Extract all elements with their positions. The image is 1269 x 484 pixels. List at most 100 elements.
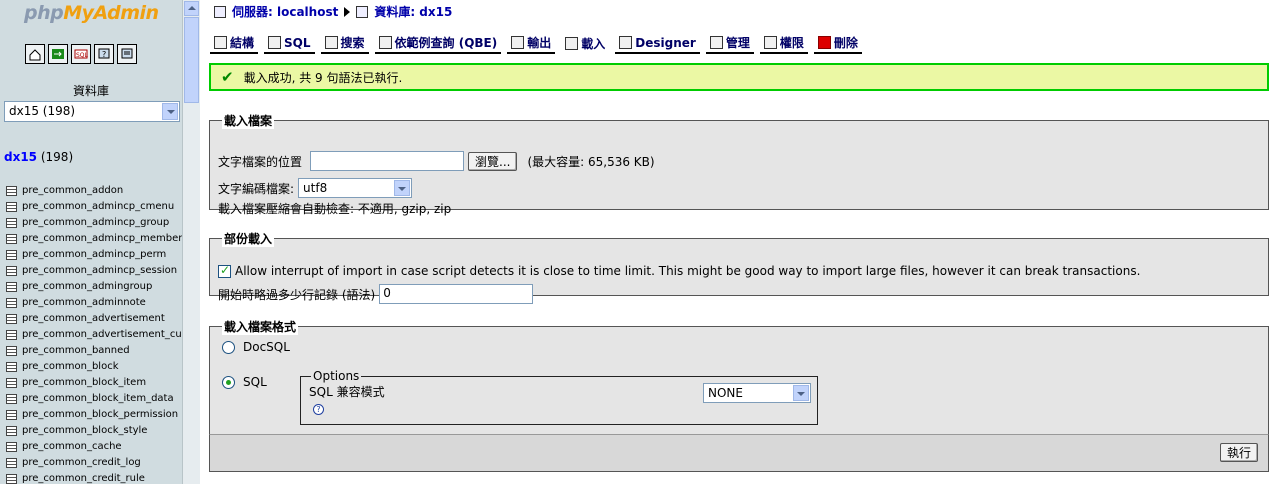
- scrollbar[interactable]: [182, 0, 200, 484]
- table-icon[interactable]: [6, 458, 17, 468]
- database-select[interactable]: dx15 (198): [4, 101, 180, 122]
- chevron-down-icon[interactable]: [793, 385, 809, 401]
- table-name[interactable]: pre_common_adminnote: [22, 295, 146, 311]
- table-icon[interactable]: [6, 266, 17, 276]
- table-icon[interactable]: [6, 410, 17, 420]
- go-button[interactable]: 執行: [1219, 443, 1258, 462]
- table-name[interactable]: pre_common_admincp_member: [22, 231, 182, 247]
- tab-privileges[interactable]: 權限: [759, 33, 808, 54]
- table-name[interactable]: pre_common_banned: [22, 343, 130, 359]
- table-list-item[interactable]: pre_common_addon: [6, 183, 191, 199]
- table-icon[interactable]: [6, 346, 17, 356]
- sql-icon[interactable]: SQL: [71, 44, 91, 64]
- scroll-thumb[interactable]: [184, 17, 199, 103]
- table-list-item[interactable]: pre_common_admincp_member: [6, 231, 191, 247]
- charset-row: 文字編碼檔案: utf8: [218, 178, 413, 198]
- table-icon[interactable]: [6, 250, 17, 260]
- table-icon[interactable]: [6, 234, 17, 244]
- table-list-item[interactable]: pre_common_admincp_session: [6, 263, 191, 279]
- export-icon[interactable]: [48, 44, 68, 64]
- table-name[interactable]: pre_common_admingroup: [22, 279, 152, 295]
- table-name[interactable]: pre_common_block: [22, 359, 118, 375]
- table-name[interactable]: pre_common_admincp_cmenu: [22, 199, 174, 215]
- table-list-item[interactable]: pre_common_block_permission: [6, 407, 191, 423]
- database-link[interactable]: dx15: [4, 150, 37, 164]
- table-icon[interactable]: [6, 442, 17, 452]
- table-name[interactable]: pre_common_advertisement: [22, 311, 165, 327]
- charset-select[interactable]: utf8: [298, 178, 413, 198]
- table-list-item[interactable]: pre_common_credit_log: [6, 455, 191, 471]
- table-icon[interactable]: [6, 202, 17, 212]
- table-icon[interactable]: [6, 474, 17, 484]
- table-list-item[interactable]: pre_common_block_item_data: [6, 391, 191, 407]
- tab-sql[interactable]: SQL: [264, 33, 315, 54]
- table-name[interactable]: pre_common_block_item_data: [22, 391, 174, 407]
- allow-interrupt-checkbox[interactable]: [218, 263, 231, 278]
- partial-import-legend: 部份載入: [222, 230, 275, 247]
- table-icon[interactable]: [6, 282, 17, 292]
- file-path-input[interactable]: [310, 151, 465, 171]
- table-icon[interactable]: [6, 362, 17, 372]
- tab-drop[interactable]: 刪除: [813, 33, 862, 54]
- table-list-item[interactable]: pre_common_admincp_perm: [6, 247, 191, 263]
- docsql-radio[interactable]: [222, 340, 235, 354]
- table-icon[interactable]: [6, 298, 17, 308]
- table-name[interactable]: pre_common_admincp_group: [22, 215, 169, 231]
- table-name[interactable]: pre_common_cache: [22, 439, 122, 455]
- browse-button[interactable]: 瀏覽...: [468, 151, 518, 171]
- phpmyadmin-logo[interactable]: phpMyAdmin: [24, 2, 159, 24]
- tab-import[interactable]: 載入: [561, 33, 609, 54]
- sql-option: SQL: [222, 375, 267, 389]
- query-window-icon[interactable]: ?: [94, 44, 114, 64]
- skip-queries-input[interactable]: 0: [379, 284, 534, 304]
- table-list: pre_common_addon pre_common_admincp_cmenu…: [6, 183, 191, 484]
- table-icon[interactable]: [6, 314, 17, 324]
- table-list-item[interactable]: pre_common_credit_rule: [6, 471, 191, 484]
- table-icon[interactable]: [6, 330, 17, 340]
- table-name[interactable]: pre_common_block_style: [22, 423, 147, 439]
- table-list-item[interactable]: pre_common_block: [6, 359, 191, 375]
- chevron-down-icon[interactable]: [394, 180, 411, 196]
- tab-qbe[interactable]: 依範例查詢 (QBE): [374, 33, 502, 54]
- compat-mode-select[interactable]: NONE: [703, 383, 811, 403]
- table-name[interactable]: pre_common_advertisement_cust: [22, 327, 191, 343]
- query-icon: [378, 36, 392, 49]
- chevron-down-icon[interactable]: [162, 103, 178, 120]
- table-list-item[interactable]: pre_common_admingroup: [6, 279, 191, 295]
- table-icon[interactable]: [6, 394, 17, 404]
- table-name[interactable]: pre_common_addon: [22, 183, 123, 199]
- scroll-up-icon[interactable]: [184, 1, 199, 16]
- table-list-item[interactable]: pre_common_advertisement: [6, 311, 191, 327]
- table-list-item[interactable]: pre_common_block_item: [6, 375, 191, 391]
- table-icon[interactable]: [6, 186, 17, 196]
- table-list-item[interactable]: pre_common_adminnote: [6, 295, 191, 311]
- sql-radio[interactable]: [222, 375, 235, 389]
- tab-search[interactable]: 搜索: [320, 33, 369, 54]
- table-name[interactable]: pre_common_admincp_session: [22, 263, 177, 279]
- table-icon[interactable]: [6, 378, 17, 388]
- breadcrumb-database[interactable]: 資料庫: dx15: [374, 3, 452, 20]
- docs-icon[interactable]: [117, 44, 137, 64]
- help-icon[interactable]: ?: [313, 404, 324, 415]
- table-name[interactable]: pre_common_credit_rule: [22, 471, 145, 484]
- table-list-item[interactable]: pre_common_admincp_group: [6, 215, 191, 231]
- tab-operations[interactable]: 管理: [705, 33, 754, 54]
- table-list-item[interactable]: pre_common_block_style: [6, 423, 191, 439]
- home-icon[interactable]: [25, 44, 45, 64]
- table-name[interactable]: pre_common_block_permission: [22, 407, 178, 423]
- table-name[interactable]: pre_common_block_item: [22, 375, 146, 391]
- checkmark-icon: ✔: [221, 68, 234, 86]
- tab-structure[interactable]: 結構: [210, 33, 259, 54]
- table-list-item[interactable]: pre_common_advertisement_cust: [6, 327, 191, 343]
- table-name[interactable]: pre_common_credit_log: [22, 455, 141, 471]
- table-list-item[interactable]: pre_common_banned: [6, 343, 191, 359]
- table-list-item[interactable]: pre_common_admincp_cmenu: [6, 199, 191, 215]
- tab-export[interactable]: 輸出: [507, 33, 556, 54]
- tab-designer[interactable]: Designer: [615, 33, 700, 54]
- table-icon[interactable]: [6, 218, 17, 228]
- server-icon: [214, 5, 226, 18]
- breadcrumb-server[interactable]: 伺服器: localhost: [232, 3, 338, 20]
- table-name[interactable]: pre_common_admincp_perm: [22, 247, 166, 263]
- table-list-item[interactable]: pre_common_cache: [6, 439, 191, 455]
- table-icon[interactable]: [6, 426, 17, 436]
